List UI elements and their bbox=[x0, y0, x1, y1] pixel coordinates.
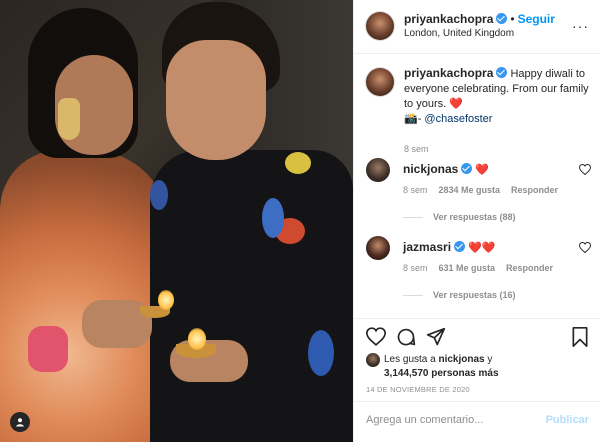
likes-middle: y bbox=[484, 354, 493, 365]
verified-badge-icon bbox=[496, 67, 508, 78]
more-options-icon[interactable]: ··· bbox=[572, 18, 589, 34]
comment-text: ❤️ bbox=[475, 164, 490, 176]
comment-likes[interactable]: 631 Me gusta bbox=[439, 263, 496, 273]
person-tag-icon[interactable] bbox=[10, 412, 30, 432]
comment-icon[interactable] bbox=[396, 327, 416, 347]
heart-outline-icon[interactable] bbox=[579, 164, 591, 175]
comment-input[interactable] bbox=[366, 414, 536, 426]
author-username[interactable]: priyankachopra bbox=[404, 12, 493, 26]
author-line: priyankachopra • Seguir bbox=[404, 12, 555, 26]
likes-count[interactable]: 3,144,570 personas más bbox=[384, 368, 499, 379]
photo-flame bbox=[188, 328, 206, 350]
action-icons-row bbox=[366, 327, 589, 349]
reply-button[interactable]: Responder bbox=[511, 185, 558, 195]
photo-woman-saree bbox=[0, 150, 170, 442]
post-photo[interactable] bbox=[0, 0, 353, 442]
caption-age[interactable]: 8 sem bbox=[404, 144, 429, 154]
view-replies-button[interactable]: Ver respuestas (16) bbox=[403, 290, 516, 300]
verified-badge-icon bbox=[454, 241, 466, 252]
comment-text: ❤️❤️ bbox=[468, 242, 496, 254]
comment-age[interactable]: 8 sem bbox=[403, 263, 428, 273]
paper-plane-icon[interactable] bbox=[426, 327, 446, 347]
comment-age[interactable]: 8 sem bbox=[403, 185, 428, 195]
caption-text-block: priyankachopra Happy diwali to everyone … bbox=[404, 66, 594, 127]
avatar[interactable] bbox=[366, 236, 390, 260]
photo-bangles bbox=[28, 326, 68, 372]
post-location[interactable]: London, United Kingdom bbox=[404, 28, 514, 39]
comment-meta: 8 sem 631 Me gusta Responder bbox=[403, 263, 564, 273]
post-date[interactable]: 14 DE NOVIEMBRE DE 2020 bbox=[366, 385, 470, 394]
avatar[interactable] bbox=[366, 353, 380, 367]
separator-dot: • bbox=[510, 12, 515, 26]
photo-credit-mention[interactable]: @chasefoster bbox=[424, 113, 492, 125]
avatar[interactable] bbox=[366, 12, 394, 40]
verified-badge-icon bbox=[461, 163, 473, 174]
photo-embroidery-flower bbox=[150, 180, 168, 210]
comment-body: nickjonas ❤️ bbox=[403, 162, 489, 176]
bookmark-icon[interactable] bbox=[571, 327, 589, 347]
reply-button[interactable]: Responder bbox=[506, 263, 553, 273]
post-side-panel: priyankachopra • Seguir London, United Kin… bbox=[353, 0, 600, 442]
follow-button[interactable]: Seguir bbox=[518, 12, 555, 26]
likes-user[interactable]: nickjonas bbox=[438, 354, 484, 365]
verified-badge-icon bbox=[496, 13, 508, 24]
likes-prefix: Les gusta a bbox=[384, 354, 439, 365]
heart-outline-icon[interactable] bbox=[579, 242, 591, 253]
post-header: priyankachopra • Seguir London, United Kin… bbox=[354, 0, 600, 54]
comment-username[interactable]: nickjonas bbox=[403, 162, 458, 176]
photo-embroidery-flower bbox=[308, 330, 334, 376]
add-comment-bar: Publicar bbox=[354, 401, 600, 442]
view-replies-button[interactable]: Ver respuestas (88) bbox=[403, 212, 516, 222]
likes-summary-text: Les gusta a nickjonas y 3,144,570 person… bbox=[384, 353, 584, 381]
caption-username[interactable]: priyankachopra bbox=[404, 66, 493, 80]
photo-earring bbox=[58, 98, 80, 140]
avatar[interactable] bbox=[366, 158, 390, 182]
comments-list[interactable]: priyankachopra Happy diwali to everyone … bbox=[354, 54, 600, 318]
photo-embroidery-flower bbox=[285, 152, 311, 174]
photo-man-face bbox=[166, 40, 266, 160]
photo-embroidery-flower bbox=[262, 198, 284, 238]
camera-emoji: 📸- bbox=[404, 113, 425, 125]
comment-meta: 8 sem 2834 Me gusta Responder bbox=[403, 185, 569, 195]
comment-body: jazmasri ❤️❤️ bbox=[403, 240, 495, 254]
photo-flame bbox=[158, 290, 174, 310]
publish-button[interactable]: Publicar bbox=[546, 414, 589, 426]
avatar[interactable] bbox=[366, 68, 394, 96]
comment-likes[interactable]: 2834 Me gusta bbox=[439, 185, 501, 195]
heart-icon[interactable] bbox=[366, 327, 386, 346]
comment-username[interactable]: jazmasri bbox=[403, 240, 451, 254]
photo-man-jacket bbox=[150, 150, 353, 442]
